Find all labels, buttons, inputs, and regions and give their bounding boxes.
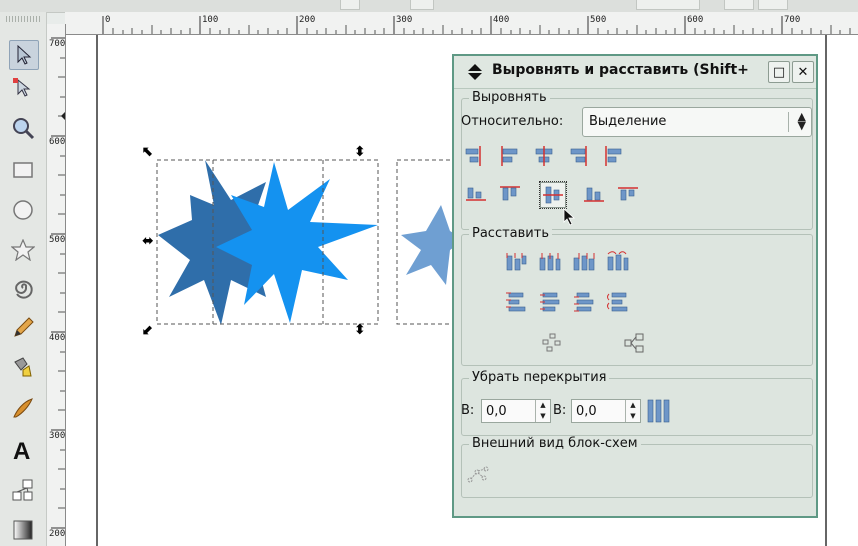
align-bottom-edges-icon[interactable] (582, 182, 606, 206)
ruler-label: 500 (49, 235, 66, 245)
distribute-right-edges-icon[interactable] (572, 250, 596, 274)
align-dialog-icon (466, 63, 484, 85)
toolbox: A (0, 12, 47, 546)
dialog-title: Выровнять и расставить (Shift+ (492, 62, 749, 78)
h-gap-label: В: (461, 403, 475, 418)
ruler-label: 200 (299, 15, 316, 25)
align-legend: Выровнять (469, 90, 550, 105)
arrange-connector-network-icon[interactable] (466, 464, 490, 488)
star-tool-icon[interactable] (9, 236, 37, 264)
ruler-label: 400 (49, 333, 66, 343)
ruler-label: 0 (105, 15, 111, 25)
ruler-label: 300 (49, 431, 66, 441)
v-gap-value: 0,0 (576, 404, 597, 419)
ruler-label: 500 (590, 15, 607, 25)
align-distribute-dialog: Выровнять и расставить (Shift+ □ ✕ Выров… (452, 54, 818, 518)
vertical-ruler: 700 600 500 400 300 200 (47, 24, 66, 546)
toolbox-grip[interactable] (6, 16, 40, 22)
v-gap-spinbox[interactable]: 0,0 ▲ ▼ (571, 399, 641, 423)
align-right-edges-icon[interactable] (566, 144, 590, 168)
scale-handle-top[interactable]: ⬍ (354, 145, 366, 159)
select-tool-icon[interactable] (9, 40, 39, 70)
spiral-tool-icon[interactable] (9, 274, 37, 302)
ruler-label: 100 (202, 15, 219, 25)
horizontal-ruler: 0 100 200 300 400 500 600 700 (65, 12, 858, 35)
distribute-gaps-horizontal-icon[interactable] (606, 250, 630, 274)
ruler-label: 700 (784, 15, 801, 25)
distribute-top-edges-icon[interactable] (504, 290, 528, 314)
svg-text:A: A (13, 438, 30, 462)
scale-handle-bottom[interactable]: ⬍ (354, 323, 366, 337)
ruler-label: 700 (49, 39, 66, 49)
randomize-positions-icon[interactable] (540, 332, 564, 356)
h-gap-value: 0,0 (486, 404, 507, 419)
toolbar-fragment (636, 0, 700, 10)
scale-handle-tl[interactable]: ⬉ (142, 145, 154, 159)
distribute-centers-horizontal-icon[interactable] (538, 250, 562, 274)
connector-tool-icon[interactable] (9, 476, 37, 504)
combo-separator (788, 112, 789, 132)
unclump-objects-icon[interactable] (622, 332, 646, 356)
ruler-label: 300 (396, 15, 413, 25)
ruler-label: 400 (493, 15, 510, 25)
scale-handle-left[interactable]: ⬌ (142, 234, 154, 248)
relative-to-label: Относительно: (461, 114, 564, 129)
relative-to-value: Выделение (589, 114, 667, 129)
distribute-gaps-vertical-icon[interactable] (606, 290, 630, 314)
close-button[interactable]: ✕ (792, 61, 814, 83)
dialog-titlebar[interactable]: Выровнять и расставить (Shift+ □ ✕ (454, 56, 816, 89)
align-left-edges-icon[interactable] (498, 144, 522, 168)
mouse-cursor-icon (562, 208, 576, 230)
h-gap-spinbox[interactable]: 0,0 ▲ ▼ (481, 399, 551, 423)
align-left-to-right-edge-icon[interactable] (600, 144, 624, 168)
toolbar-fragment (758, 0, 788, 10)
distribute-legend: Расставить (469, 226, 552, 241)
combo-arrows-icon: ▲ ▼ (797, 110, 806, 132)
relative-to-select[interactable]: Выделение ▲ ▼ (582, 107, 812, 137)
v-gap-label: В: (553, 403, 567, 418)
text-tool-icon[interactable]: A (9, 436, 37, 464)
spin-arrows-icon[interactable]: ▲ ▼ (625, 400, 640, 422)
align-bottom-to-top-icon[interactable] (464, 182, 488, 206)
toolbar-fragment (410, 0, 434, 10)
ellipse-tool-icon[interactable] (9, 196, 37, 224)
bright-star (216, 162, 378, 323)
ruler-ticks (102, 16, 851, 34)
spin-arrows-icon[interactable]: ▲ ▼ (535, 400, 550, 422)
toolbar-fragment (724, 0, 754, 10)
rectangle-tool-icon[interactable] (9, 156, 37, 184)
gradient-tool-icon[interactable] (9, 516, 37, 544)
distribute-bottom-edges-icon[interactable] (572, 290, 596, 314)
ruler-label: 600 (49, 137, 66, 147)
zoom-tool-icon[interactable] (9, 114, 37, 142)
pen-tool-icon[interactable] (9, 354, 37, 382)
calligraphy-tool-icon[interactable] (9, 394, 37, 422)
center-horizontal-axis-icon[interactable] (539, 181, 567, 209)
remove-overlaps-legend: Убрать перекрытия (469, 370, 610, 385)
ruler-label: 200 (49, 529, 66, 539)
ruler-ticks (51, 37, 65, 529)
distribute-left-edges-icon[interactable] (504, 250, 528, 274)
align-right-to-left-edge-icon[interactable] (464, 144, 488, 168)
center-vertical-axis-icon[interactable] (532, 144, 556, 168)
minimize-button[interactable]: □ (768, 61, 790, 83)
connector-layout-legend: Внешний вид блок-схем (469, 436, 641, 451)
ruler-label: 600 (687, 15, 704, 25)
remove-overlaps-icon[interactable] (646, 398, 672, 424)
align-top-to-bottom-icon[interactable] (616, 182, 640, 206)
toolbar-fragment (340, 0, 360, 10)
align-top-edges-icon[interactable] (498, 182, 522, 206)
pencil-tool-icon[interactable] (9, 314, 37, 342)
connector-layout-frame (461, 444, 813, 498)
scale-handle-bl[interactable]: ⬋ (142, 323, 154, 337)
node-tool-icon[interactable] (9, 74, 37, 102)
distribute-centers-vertical-icon[interactable] (538, 290, 562, 314)
